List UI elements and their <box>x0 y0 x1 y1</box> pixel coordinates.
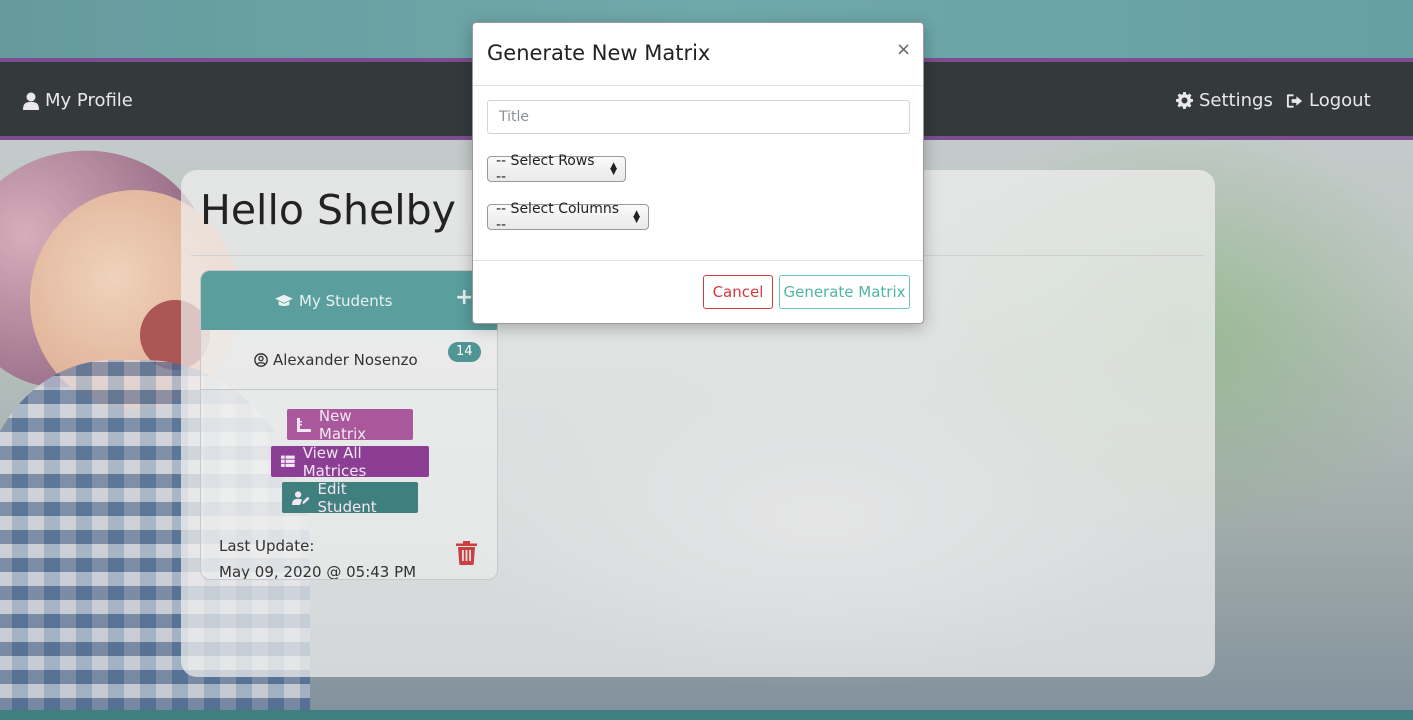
students-panel: My Students + Alexander Nosenzo 14 New M… <box>200 270 498 580</box>
chevron-updown-icon: ▲ ▼ <box>633 209 640 225</box>
last-update-label: Last Update: <box>219 537 315 555</box>
user-edit-icon <box>292 490 310 505</box>
student-name-label: Alexander Nosenzo <box>273 351 418 369</box>
student-count-badge: 14 <box>448 342 481 362</box>
settings-label: Settings <box>1199 90 1273 111</box>
graduation-cap-icon <box>275 294 293 306</box>
students-panel-title: My Students <box>275 292 392 310</box>
new-matrix-label: New Matrix <box>318 406 367 443</box>
bottom-band <box>0 710 1413 720</box>
generate-matrix-button[interactable]: Generate Matrix <box>779 275 910 309</box>
select-rows-dropdown[interactable]: -- Select Rows -- ▲ ▼ <box>487 153 626 185</box>
generate-matrix-modal: Generate New Matrix × -- Select Rows -- … <box>472 22 924 324</box>
logout-label: Logout <box>1309 90 1371 111</box>
my-profile-label: My Profile <box>45 90 133 111</box>
table-icon <box>281 455 295 467</box>
student-name: Alexander Nosenzo <box>254 351 418 369</box>
last-update-info: Last Update: May 09, 2020 @ 05:43 PM <box>219 533 417 580</box>
close-icon[interactable]: × <box>896 39 911 60</box>
select-rows-value: -- Select Rows -- <box>496 153 595 185</box>
add-student-button[interactable]: + <box>455 285 473 310</box>
page-title: Hello Shelby Pa <box>200 186 517 234</box>
view-all-matrices-label: View All Matrices <box>302 443 367 480</box>
settings-link[interactable]: Settings <box>1176 90 1273 111</box>
select-columns-value: -- Select Columns -- <box>496 201 620 233</box>
students-panel-header[interactable]: My Students + <box>201 271 497 330</box>
delete-student-button[interactable] <box>456 541 477 569</box>
cancel-button[interactable]: Cancel <box>703 275 773 309</box>
trash-icon <box>456 541 477 565</box>
gear-icon <box>1176 92 1193 109</box>
edit-student-label: Edit Student <box>317 479 377 516</box>
select-columns-dropdown[interactable]: -- Select Columns -- ▲ ▼ <box>487 201 649 233</box>
user-circle-icon <box>254 353 268 367</box>
modal-title: Generate New Matrix <box>487 41 711 65</box>
user-icon <box>23 92 39 110</box>
student-list-item[interactable]: Alexander Nosenzo 14 <box>201 330 497 390</box>
new-matrix-button[interactable]: New Matrix <box>287 406 413 443</box>
view-all-matrices-button[interactable]: View All Matrices <box>271 443 429 480</box>
ruler-icon <box>297 417 311 432</box>
modal-footer-divider <box>473 260 923 261</box>
modal-header-divider <box>473 85 923 86</box>
my-profile-link[interactable]: My Profile <box>23 90 133 111</box>
students-panel-label: My Students <box>299 292 393 310</box>
sign-out-icon <box>1286 93 1303 108</box>
edit-student-button[interactable]: Edit Student <box>282 479 418 516</box>
matrix-title-input[interactable] <box>487 100 910 134</box>
logout-link[interactable]: Logout <box>1286 90 1371 111</box>
last-update-value: May 09, 2020 @ 05:43 PM <box>219 563 417 580</box>
chevron-updown-icon: ▲ ▼ <box>610 161 617 177</box>
